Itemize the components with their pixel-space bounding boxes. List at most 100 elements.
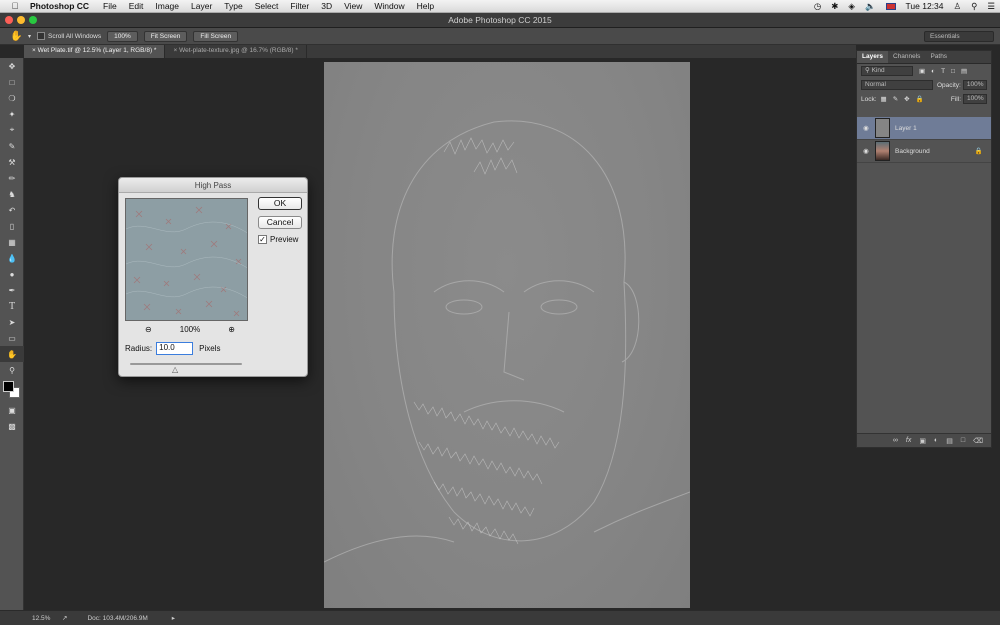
notifications-icon[interactable]: ☰ [987, 1, 995, 12]
radius-slider-thumb[interactable]: △ [172, 365, 178, 374]
tab-close-icon[interactable]: × [32, 47, 36, 54]
lock-icons[interactable]: ▦✎✥🔒 [881, 95, 930, 103]
pen-tool-icon[interactable]: ✒ [0, 282, 24, 298]
zoom-in-icon[interactable]: ⊕ [228, 325, 235, 334]
clone-stamp-tool-icon[interactable]: ♞ [0, 186, 24, 202]
scroll-all-windows-label: Scroll All Windows [48, 32, 102, 40]
fill-screen-button[interactable]: Fill Screen [193, 30, 239, 42]
screen-mode-icon[interactable]: ▩ [0, 418, 24, 434]
zoom-out-icon[interactable]: ⊖ [145, 325, 152, 334]
ok-button[interactable]: OK [258, 197, 302, 210]
cancel-button[interactable]: Cancel [258, 216, 302, 229]
tab-layers[interactable]: Layers [857, 51, 888, 63]
visibility-eye-icon[interactable]: ◉ [857, 147, 875, 155]
rectangle-tool-icon[interactable]: ▭ [0, 330, 24, 346]
layer-row-layer-1[interactable]: ◉ Layer 1 [857, 117, 991, 140]
magic-wand-tool-icon[interactable]: ✦ [0, 106, 24, 122]
link-layers-icon[interactable]: ∞ [893, 437, 898, 444]
tab-wet-plate-texture[interactable]: × Wet-plate-texture.jpg @ 16.7% (RGB/8) … [165, 45, 307, 58]
layer-name[interactable]: Layer 1 [895, 125, 917, 132]
options-bar: ✋ ▾ Scroll All Windows 100% Fit Screen F… [0, 28, 1000, 45]
menu-select[interactable]: Select [255, 1, 279, 11]
menubar-clock[interactable]: Tue 12:34 [906, 1, 944, 11]
flag-icon[interactable] [885, 2, 896, 10]
wifi-icon[interactable]: ◈ [848, 1, 855, 12]
menu-file[interactable]: File [103, 1, 117, 11]
path-selection-tool-icon[interactable]: ➤ [0, 314, 24, 330]
time-machine-icon[interactable]: ◷ [814, 1, 821, 12]
new-group-icon[interactable]: ▤ [946, 437, 953, 445]
preview-checkbox[interactable]: ✓ [258, 235, 267, 244]
preview-texture [126, 199, 247, 320]
move-tool-icon[interactable]: ✥ [0, 58, 24, 74]
adjustment-layer-icon[interactable]: ◐ [934, 437, 938, 444]
volume-icon[interactable]: 🔈 [865, 1, 876, 12]
menu-layer[interactable]: Layer [191, 1, 212, 11]
preview-zoom-row: ⊖ 100% ⊕ [145, 325, 235, 334]
menu-3d[interactable]: 3D [321, 1, 332, 11]
blur-tool-icon[interactable]: 💧 [0, 250, 24, 266]
marquee-tool-icon[interactable]: □ [0, 74, 24, 90]
eyedropper-tool-icon[interactable]: ✎ [0, 138, 24, 154]
high-pass-dialog[interactable]: High Pass ⊖ 100% ⊕ OK Cancel ✓ Preview R… [118, 177, 308, 377]
zoom-100-button[interactable]: 100% [107, 30, 138, 42]
hand-tool-preset-icon[interactable]: ✋ [10, 31, 28, 42]
color-swatches[interactable] [0, 378, 24, 402]
menu-type[interactable]: Type [224, 1, 242, 11]
crop-tool-icon[interactable]: ⌖ [0, 122, 24, 138]
delete-layer-icon[interactable]: ⌫ [973, 437, 983, 445]
menu-filter[interactable]: Filter [290, 1, 309, 11]
bluetooth-icon[interactable]: ✱ [831, 1, 838, 12]
brush-tool-icon[interactable]: ✏ [0, 170, 24, 186]
blend-mode-select[interactable]: Normal [861, 80, 933, 90]
eraser-tool-icon[interactable]: ▯ [0, 218, 24, 234]
radius-input[interactable]: 10.0 [156, 342, 194, 355]
hand-tool-icon[interactable]: ✋ [0, 346, 24, 362]
menu-window[interactable]: Window [374, 1, 404, 11]
add-mask-icon[interactable]: ▣ [919, 437, 926, 445]
foreground-color-swatch[interactable] [3, 381, 14, 392]
tab-wet-plate[interactable]: × Wet Plate.tif @ 12.5% (Layer 1, RGB/8)… [24, 45, 166, 58]
zoom-tool-icon[interactable]: ⚲ [0, 362, 24, 378]
menu-help[interactable]: Help [417, 1, 434, 11]
dodge-tool-icon[interactable]: ● [0, 266, 24, 282]
user-icon[interactable]: ♙ [954, 1, 962, 12]
filter-type-icons[interactable]: ▣◐T□▤ [919, 67, 973, 75]
new-layer-icon[interactable]: □ [961, 437, 965, 444]
workspace-select[interactable]: Essentials [924, 31, 994, 42]
apple-icon[interactable]:  [8, 1, 22, 11]
preview-option[interactable]: ✓ Preview [258, 235, 298, 244]
tab-paths[interactable]: Paths [925, 51, 952, 63]
layer-style-icon[interactable]: fx [906, 437, 911, 444]
layer-row-background[interactable]: ◉ Background 🔒 [857, 140, 991, 163]
tab-close-icon[interactable]: × [173, 47, 177, 54]
status-share-icon[interactable]: ↗ [62, 614, 67, 622]
scroll-all-windows-checkbox[interactable] [37, 32, 46, 40]
dialog-title[interactable]: High Pass [119, 178, 307, 193]
status-menu-arrow-icon[interactable]: ▸ [172, 614, 175, 622]
filter-preview[interactable] [125, 198, 248, 321]
fit-screen-button[interactable]: Fit Screen [143, 30, 188, 42]
fill-input[interactable]: 100% [963, 94, 987, 104]
healing-brush-tool-icon[interactable]: ⚒ [0, 154, 24, 170]
status-zoom[interactable]: 12.5% [32, 615, 62, 622]
tab-channels[interactable]: Channels [888, 51, 925, 63]
type-tool-icon[interactable]: T [0, 298, 24, 314]
opacity-input[interactable]: 100% [962, 80, 987, 90]
app-menu[interactable]: Photoshop CC [30, 1, 89, 11]
visibility-eye-icon[interactable]: ◉ [857, 124, 875, 132]
layer-name[interactable]: Background [895, 148, 930, 155]
menu-image[interactable]: Image [155, 1, 179, 11]
filter-kind-select[interactable]: ⚲ Kind [861, 66, 913, 76]
gradient-tool-icon[interactable]: ▦ [0, 234, 24, 250]
lasso-tool-icon[interactable]: ❍ [0, 90, 24, 106]
spotlight-icon[interactable]: ⚲ [971, 1, 977, 12]
preset-dropdown-arrow-icon[interactable]: ▾ [28, 33, 31, 40]
quick-mask-icon[interactable]: ▣ [0, 402, 24, 418]
menu-view[interactable]: View [344, 1, 362, 11]
layers-panel: Layers Channels Paths ⚲ Kind ▣◐T□▤ Norma… [856, 50, 992, 448]
menu-edit[interactable]: Edit [129, 1, 144, 11]
history-brush-tool-icon[interactable]: ↶ [0, 202, 24, 218]
high-pass-portrait-image[interactable] [324, 62, 690, 608]
radius-slider-track[interactable] [130, 363, 242, 365]
